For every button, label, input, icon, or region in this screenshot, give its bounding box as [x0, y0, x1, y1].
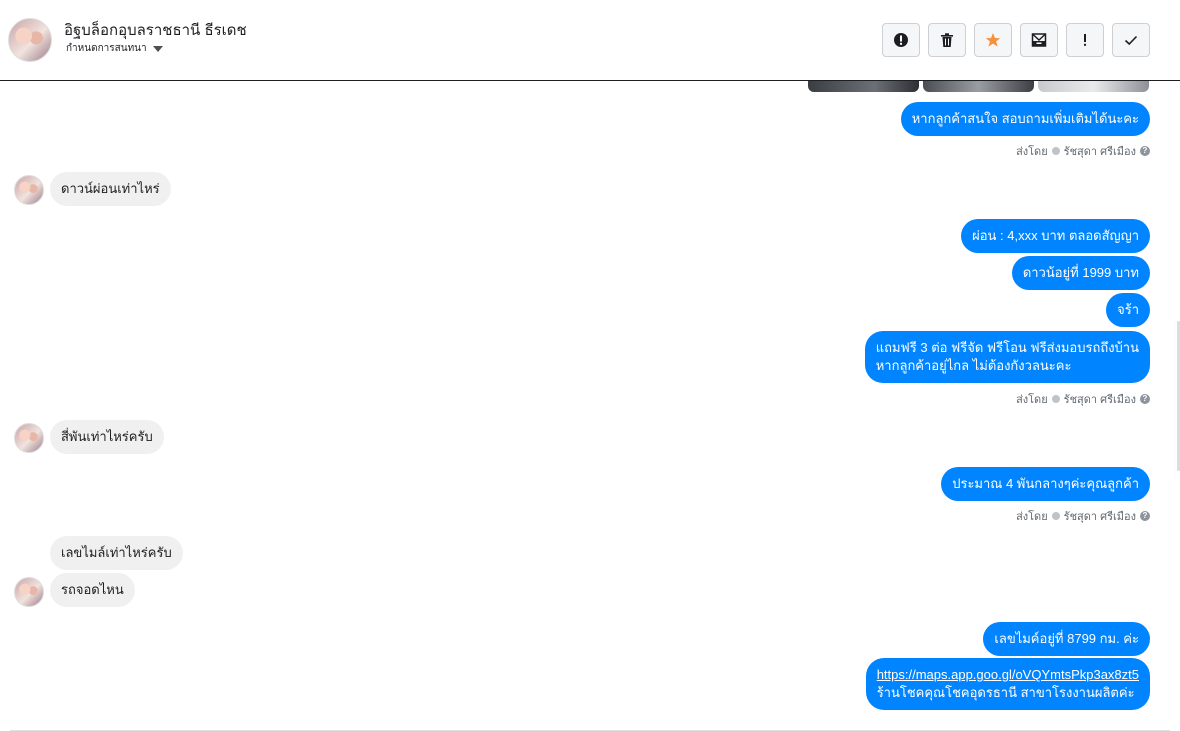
sent-by-agent[interactable]: รัชสุดา ศรีเมือง [1064, 390, 1136, 408]
message-thread[interactable]: หากลูกค้าสนใจ สอบถามเพิ่มเติมได้นะคะ ส่ง… [0, 81, 1180, 717]
conversation-header: อิฐบล็อกอุบลราชธานี ธีรเดช กำหนดการสนทนา [0, 0, 1180, 81]
sent-by-agent[interactable]: รัชสุดา ศรีเมือง [1064, 507, 1136, 525]
car-photo-2[interactable] [923, 81, 1034, 92]
verified-icon [1051, 147, 1060, 155]
header-actions [882, 23, 1150, 57]
maps-link[interactable]: https://maps.app.goo.gl/oVQYmtsPkp3ax8zt… [877, 667, 1139, 682]
contact-avatar-small[interactable] [14, 175, 44, 205]
outgoing-message[interactable]: https://maps.app.goo.gl/oVQYmtsPkp3ax8zt… [865, 658, 1150, 710]
mark-done-button[interactable] [1112, 23, 1150, 57]
outgoing-message[interactable]: ประมาณ 4 พันกลางๆค่ะคุณลูกค้า [941, 467, 1150, 501]
verified-icon [1051, 512, 1060, 520]
help-icon[interactable]: ? [1140, 146, 1150, 156]
exclamation-icon [1084, 34, 1086, 46]
car-photo-1[interactable] [808, 81, 919, 92]
sent-by-agent[interactable]: รัชสุดา ศรีเมือง [1064, 142, 1136, 160]
image-attachments [808, 81, 1149, 92]
incoming-message[interactable]: ดาวน์ผ่อนเท่าไหร่ [50, 172, 171, 206]
archive-button[interactable] [1020, 23, 1058, 57]
conversation-schedule-dropdown[interactable]: กำหนดการสนทนา [66, 41, 163, 56]
alert-circle-icon [894, 33, 908, 47]
outgoing-message[interactable]: ผ่อน : 4,xxx บาท ตลอดสัญญา [961, 219, 1150, 253]
outgoing-message[interactable]: แถมฟรี 3 ต่อ ฟรีจัด ฟรีโอน ฟรีส่งมอบรถถึ… [864, 331, 1150, 383]
sent-by-label: ส่งโดย [1016, 146, 1048, 158]
outgoing-message[interactable]: หากลูกค้าสนใจ สอบถามเพิ่มเติมได้นะคะ [900, 102, 1150, 136]
message-line: แถมฟรี 3 ต่อ ฟรีจัด ฟรีโอน ฟรีส่งมอบรถถึ… [875, 340, 1139, 355]
verified-icon [1051, 395, 1060, 403]
delete-button[interactable] [928, 23, 966, 57]
sent-by-label: ส่งโดย [1016, 511, 1048, 523]
contact-avatar-small[interactable] [14, 577, 44, 607]
sent-by-info: ส่งโดย รัชสุดา ศรีเมือง ? [1016, 390, 1150, 408]
contact-avatar[interactable] [8, 18, 52, 62]
star-button[interactable] [974, 23, 1012, 57]
trash-icon [941, 33, 953, 47]
contact-name[interactable]: อิฐบล็อกอุบลราชธานี ธีรเดช [64, 18, 247, 42]
check-icon [1124, 35, 1138, 46]
message-line: หากลูกค้าอยู่ไกล ไม่ต้องกังวลนะคะ [875, 358, 1072, 373]
schedule-label: กำหนดการสนทนา [66, 43, 147, 54]
mark-spam-button[interactable] [1066, 23, 1104, 57]
contact-avatar-small[interactable] [14, 423, 44, 453]
incoming-message[interactable]: เลขไมล์เท่าไหร่ครับ [50, 536, 183, 570]
scrollbar[interactable] [1176, 81, 1180, 717]
star-icon [985, 33, 1001, 47]
caret-down-icon [152, 45, 163, 52]
report-button[interactable] [882, 23, 920, 57]
sent-by-label: ส่งโดย [1016, 394, 1048, 406]
outgoing-message[interactable]: เลขไมค์อยู่ที่ 8799 กม. ค่ะ [983, 622, 1150, 656]
help-icon[interactable]: ? [1140, 394, 1150, 404]
incoming-message[interactable]: รถจอดไหน [50, 573, 135, 607]
archive-icon [1031, 33, 1047, 47]
help-icon[interactable]: ? [1140, 511, 1150, 521]
outgoing-message[interactable]: ดาวน้อยู่ที่ 1999 บาท [1011, 256, 1150, 290]
car-photo-3[interactable] [1038, 81, 1149, 92]
sent-by-info: ส่งโดย รัชสุดา ศรีเมือง ? [1016, 507, 1150, 525]
incoming-message[interactable]: สี่พันเท่าไหร่ครับ [50, 420, 164, 454]
sent-by-info: ส่งโดย รัชสุดา ศรีเมือง ? [1016, 142, 1150, 160]
outgoing-message[interactable]: จร้า [1106, 293, 1150, 327]
message-line: ร้านโชคคุณโชคอุดรธานี สาขาโรงงานผลิตค่ะ [876, 685, 1135, 700]
